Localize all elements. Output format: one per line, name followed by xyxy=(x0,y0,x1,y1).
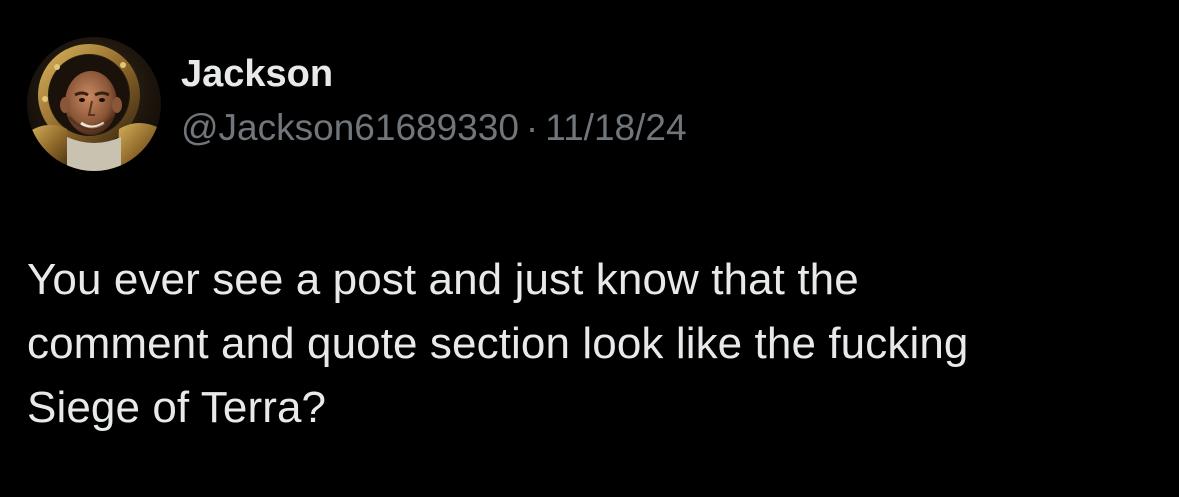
meta-separator: · xyxy=(525,107,539,148)
tweet-date[interactable]: 11/18/24 xyxy=(545,105,686,151)
display-name[interactable]: Jackson xyxy=(181,51,687,97)
profile-avatar-icon xyxy=(27,37,161,171)
tweet-text-line: You ever see a post and just know that t… xyxy=(27,255,859,304)
tweet-text: You ever see a post and just know that t… xyxy=(27,248,1157,440)
tweet-text-line: comment and quote section look like the … xyxy=(27,319,969,368)
tweet-text-line: Siege of Terra? xyxy=(27,383,327,432)
author-identity: Jackson @Jackson61689330 · 11/18/24 xyxy=(181,51,687,151)
avatar[interactable] xyxy=(27,37,161,171)
tweet-meta: @Jackson61689330 · 11/18/24 xyxy=(181,105,687,151)
tweet-header: Jackson @Jackson61689330 · 11/18/24 xyxy=(27,37,687,171)
tweet: Jackson @Jackson61689330 · 11/18/24 You … xyxy=(0,0,1179,497)
author-handle[interactable]: @Jackson61689330 xyxy=(181,105,519,151)
